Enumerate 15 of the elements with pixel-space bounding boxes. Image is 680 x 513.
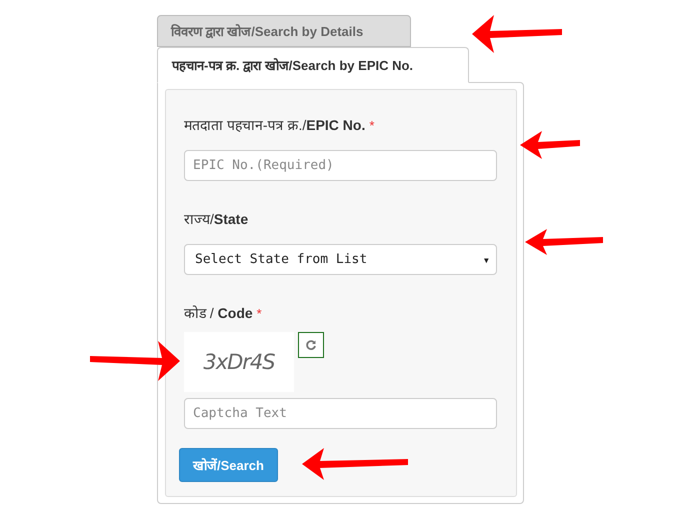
caret-icon: ▾ xyxy=(482,252,490,266)
refresh-button[interactable] xyxy=(298,332,324,358)
epic-input-field[interactable]: EPIC No.(Required) xyxy=(184,150,497,181)
state-dropdown[interactable]: Select State from List ▾ xyxy=(184,244,497,275)
arrow-drawing xyxy=(520,130,580,160)
tab[interactable]: पहचान-पत्र क्र. द्वारा खोज/Search by EPIC No. xyxy=(157,47,469,83)
field-label: मतदाता पहचान-पत्र क्र./EPIC No. xyxy=(184,116,366,134)
tab[interactable]: विवरण द्वारा खोज/Search by Details xyxy=(157,15,411,47)
captcha-input-field[interactable]: Captcha Text xyxy=(184,398,497,429)
required-mark: * xyxy=(369,118,374,133)
field-label: कोड / Code xyxy=(184,304,253,322)
field-label: राज्य/State xyxy=(184,210,248,228)
required-mark: * xyxy=(256,306,262,321)
captcha-image: 3xDr4S xyxy=(184,332,294,392)
refresh-icon xyxy=(305,339,317,351)
